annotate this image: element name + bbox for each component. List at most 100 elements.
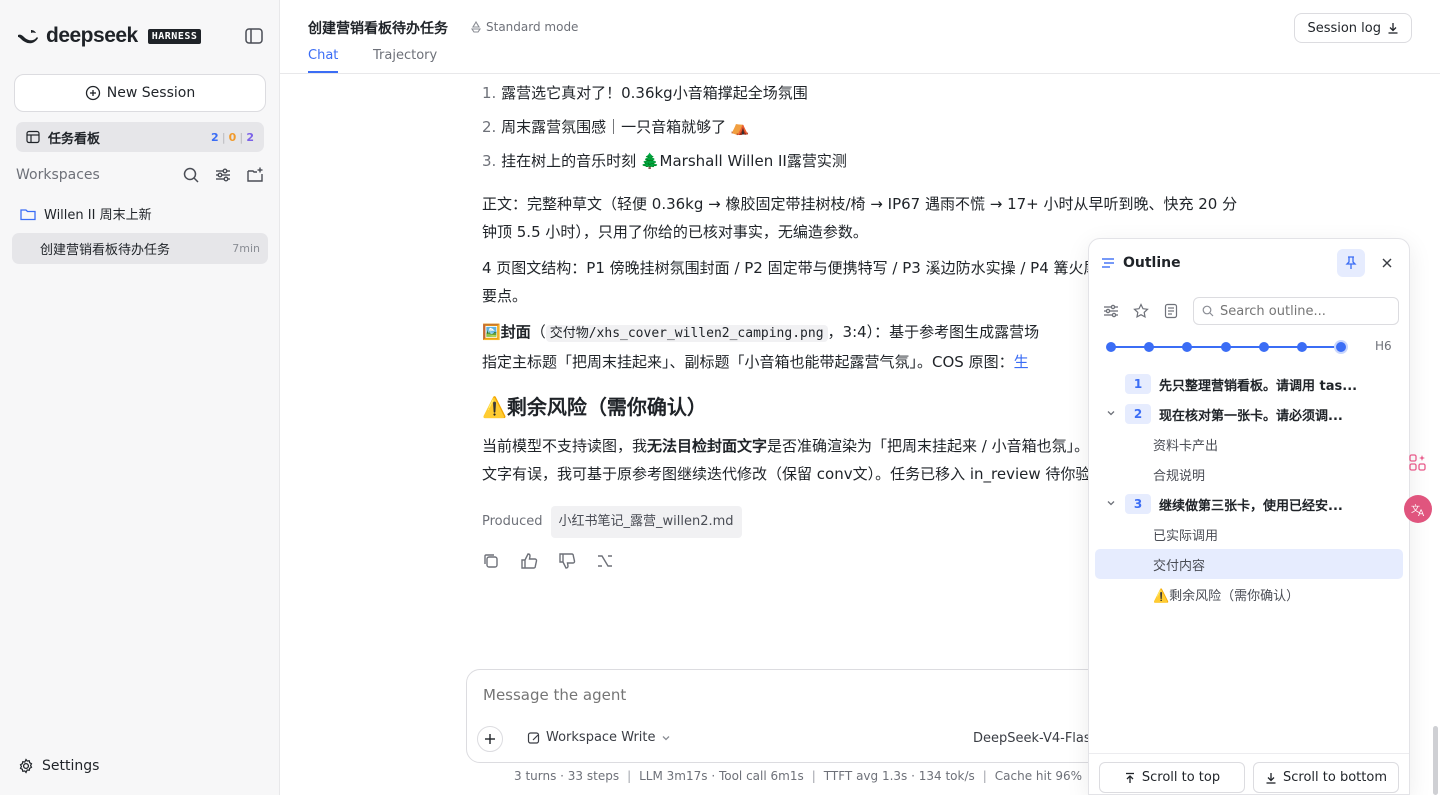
scroll-to-top-button[interactable]: Scroll to top: [1099, 762, 1245, 793]
outline-item-number: 2: [1125, 404, 1151, 424]
search-icon: [1202, 305, 1214, 317]
cover-ratio: ，3:4）：基于参考图生成露营场: [827, 323, 1040, 341]
new-folder-icon[interactable]: [246, 166, 264, 184]
outline-search-input[interactable]: [1220, 303, 1390, 319]
chevron-down-icon[interactable]: [1101, 408, 1121, 421]
level-dot[interactable]: [1297, 342, 1307, 352]
mode-indicator[interactable]: Standard mode: [470, 20, 578, 34]
status-sep: |: [811, 769, 816, 783]
deepseek-whale-icon: [18, 30, 38, 44]
cover-line2: 指定主标题「把周末挂起来」、副标题「小音箱也能带起露营气氛」。COS 原图：: [482, 353, 1014, 371]
outline-icon: [1102, 258, 1114, 268]
branch-icon[interactable]: [596, 552, 614, 570]
heading-level-slider[interactable]: [1103, 339, 1353, 355]
count-sep: |: [239, 130, 244, 144]
cover-label: 封面: [500, 323, 531, 341]
settings-label: Settings: [42, 758, 100, 774]
mode-label: Standard mode: [486, 20, 579, 34]
new-session-button[interactable]: New Session: [14, 74, 266, 112]
outline-item-text: 现在核对第一张卡。请必须调...: [1159, 408, 1343, 424]
filter-sliders-icon[interactable]: [1103, 303, 1119, 319]
message-input[interactable]: [483, 686, 1083, 704]
outline-subitem[interactable]: 已实际调用: [1095, 519, 1403, 549]
add-attachment-button[interactable]: [477, 726, 503, 752]
chevron-down-icon[interactable]: [1101, 498, 1121, 511]
model-select[interactable]: DeepSeek-V4-Flas: [973, 731, 1091, 746]
workspaces-header: Workspaces: [16, 164, 264, 186]
translate-button[interactable]: 文A: [1404, 495, 1432, 523]
status-sep: |: [627, 769, 632, 783]
session-log-button[interactable]: Session log: [1294, 13, 1412, 43]
outline-subitem-selected[interactable]: 交付内容: [1095, 549, 1403, 579]
arrow-up-icon: [1125, 772, 1134, 783]
outline-header: Outline: [1101, 255, 1181, 271]
outline-subitem[interactable]: 合规说明: [1095, 459, 1403, 489]
new-session-label: New Session: [106, 85, 196, 101]
ai-apps-button[interactable]: [1404, 449, 1432, 477]
sidebar-toggle-icon[interactable]: [244, 26, 264, 46]
produced-file-chip[interactable]: 小红书笔记_露营_willen2.md: [550, 506, 742, 538]
sidebar-item-task-board[interactable]: 任务看板 2 | 0 | 2: [16, 122, 264, 152]
level-dot[interactable]: [1221, 342, 1231, 352]
level-dot[interactable]: [1182, 342, 1192, 352]
list-number: 1.: [482, 84, 497, 102]
board-icon: [26, 130, 40, 144]
level-dot[interactable]: [1106, 342, 1116, 352]
settings-button[interactable]: Settings: [18, 758, 99, 774]
level-label: H6: [1375, 339, 1392, 353]
main-header: 创建营销看板待办任务 Standard mode Session log Cha…: [280, 0, 1440, 74]
thumbs-up-icon[interactable]: [520, 552, 538, 570]
filter-sliders-icon[interactable]: [214, 166, 232, 184]
count-in-progress: 0: [228, 130, 237, 144]
edit-shield-icon: [527, 731, 540, 744]
status-llm: LLM 3m17s · Tool call 6m1s: [639, 769, 804, 783]
session-item[interactable]: 创建营销看板待办任务 7min: [12, 233, 268, 264]
chevron-down-icon: [662, 735, 669, 740]
status-sep: |: [982, 769, 987, 783]
level-dot-active[interactable]: [1334, 340, 1348, 354]
brand-badge: HARNESS: [147, 28, 202, 44]
level-dot[interactable]: [1259, 342, 1269, 352]
copy-icon[interactable]: [482, 552, 500, 570]
risk-text-bold: 无法目检封面文字: [647, 437, 768, 455]
workspace-mode-select[interactable]: Workspace Write: [527, 730, 671, 745]
tab-chat[interactable]: Chat: [308, 48, 339, 73]
task-board-counts: 2 | 0 | 2: [211, 131, 254, 144]
pin-button[interactable]: [1337, 249, 1365, 277]
list-item: 3. 挂在树上的音乐时刻 🌲Marshall Willen II露营实测: [482, 148, 1242, 182]
plus-icon: [485, 734, 495, 744]
scroll-to-bottom-button[interactable]: Scroll to bottom: [1253, 762, 1399, 793]
recycle-icon: [470, 21, 482, 33]
outline-subitem[interactable]: ⚠️剩余风险（需你确认）: [1095, 579, 1403, 609]
outline-item-text: 继续做第三张卡，使用已经安...: [1159, 498, 1343, 514]
close-button[interactable]: [1377, 253, 1397, 273]
brand[interactable]: deepseek HARNESS: [16, 24, 202, 48]
star-icon[interactable]: [1133, 303, 1149, 319]
cos-link[interactable]: 生: [1014, 353, 1029, 371]
list-number: 2.: [482, 118, 497, 136]
outline-item[interactable]: 2 现在核对第一张卡。请必须调...: [1095, 399, 1403, 429]
scrollbar[interactable]: [1433, 726, 1438, 795]
plus-circle-icon: [85, 85, 100, 101]
translate-icon: 文A: [1411, 503, 1425, 518]
search-icon[interactable]: [182, 166, 200, 184]
outline-item[interactable]: 3 继续做第三张卡，使用已经安...: [1095, 489, 1403, 519]
tab-trajectory[interactable]: Trajectory: [373, 48, 437, 71]
outline-subitem[interactable]: 资料卡产出: [1095, 429, 1403, 459]
image-emoji: 🖼️: [482, 323, 501, 341]
scroll-to-bottom-label: Scroll to bottom: [1283, 770, 1387, 785]
folder-icon: [20, 208, 36, 220]
workspaces-label: Workspaces: [16, 167, 100, 183]
workspace-folder-label: Willen II 周末上新: [44, 208, 152, 223]
outline-search[interactable]: [1193, 297, 1399, 325]
risk-text-pre: 当前模型不支持读图，我: [482, 437, 648, 455]
list-text: 露营选它真对了！0.36kg小音箱撑起全场氛围: [501, 84, 808, 102]
document-icon[interactable]: [1163, 303, 1179, 319]
list-item: 1. 露营选它真对了！0.36kg小音箱撑起全场氛围: [482, 80, 1242, 114]
outline-item[interactable]: 1 先只整理营销看板。请调用 tas...: [1095, 369, 1403, 399]
page-title: 创建营销看板待办任务: [308, 21, 448, 37]
thumbs-down-icon[interactable]: [558, 552, 576, 570]
level-dot[interactable]: [1144, 342, 1154, 352]
workspace-folder[interactable]: Willen II 周末上新: [20, 204, 152, 223]
cover-file-code: 交付物/xhs_cover_willen2_camping.png: [545, 325, 828, 342]
